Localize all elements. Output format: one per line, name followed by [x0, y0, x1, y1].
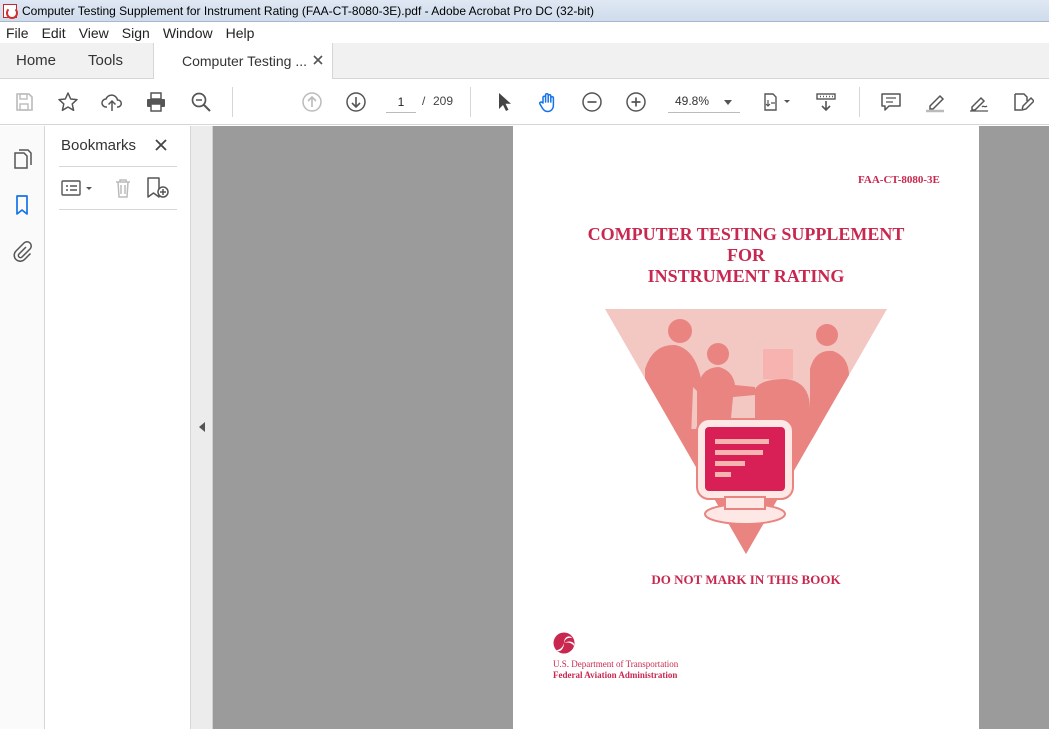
highlight-icon[interactable] [923, 90, 947, 114]
navigation-rail [0, 126, 45, 729]
document-title-line1: COMPUTER TESTING SUPPLEMENT [587, 224, 905, 244]
edit-icon[interactable] [1011, 90, 1035, 114]
menu-file[interactable]: File [6, 25, 29, 41]
menu-view[interactable]: View [79, 25, 109, 41]
zoom-value: 49.8% [675, 94, 710, 108]
bookmarks-panel: Bookmarks [45, 126, 191, 729]
panel-divider [59, 209, 177, 210]
window-title: Computer Testing Supplement for Instrume… [22, 3, 595, 18]
zoom-out-icon[interactable] [580, 90, 604, 114]
panel-collapse-strip[interactable] [191, 126, 213, 729]
page-down-icon[interactable] [344, 90, 368, 114]
close-tab-icon[interactable] [312, 54, 324, 66]
tab-bar: Home Tools Computer Testing ... [0, 43, 1049, 79]
toolbar-separator [470, 87, 471, 117]
title-bar: Computer Testing Supplement for Instrume… [0, 0, 1049, 22]
delete-bookmark-button[interactable] [112, 176, 134, 200]
page-total: 209 [433, 94, 454, 108]
document-title-line2: FOR [727, 245, 765, 265]
options-list-icon [61, 180, 92, 196]
tab-home[interactable]: Home [16, 43, 56, 78]
document-warning: DO NOT MARK IN THIS BOOK [651, 572, 841, 587]
menu-bar: File Edit View Sign Window Help [0, 22, 1049, 43]
toolbar: 1 / 209 49.8% [0, 79, 1049, 125]
dot-logo-icon [553, 632, 575, 654]
toolbar-separator [859, 87, 860, 117]
new-bookmark-button[interactable] [145, 176, 171, 200]
star-icon[interactable] [56, 90, 80, 114]
menu-edit[interactable]: Edit [42, 25, 66, 41]
trash-icon [116, 179, 130, 198]
page-up-icon[interactable] [300, 90, 324, 114]
pages-icon[interactable] [10, 147, 34, 171]
attachment-icon[interactable] [10, 239, 34, 263]
zoom-in-icon[interactable] [624, 90, 648, 114]
add-bookmark-icon [147, 177, 169, 198]
acrobat-icon [3, 3, 18, 19]
document-code: FAA-CT-8080-3E [858, 174, 940, 186]
hand-icon[interactable] [536, 90, 560, 114]
agency-department: U.S. Department of Transportation [553, 659, 679, 669]
tab-document[interactable]: Computer Testing ... [153, 43, 333, 79]
toolbar-separator [232, 87, 233, 117]
menu-window[interactable]: Window [163, 25, 213, 41]
tab-tools[interactable]: Tools [88, 43, 123, 78]
agency-name: Federal Aviation Administration [553, 670, 678, 680]
document-title-line3: INSTRUMENT RATING [647, 266, 845, 286]
pdf-page: FAA-CT-8080-3E COMPUTER TESTING SUPPLEME… [513, 126, 979, 729]
search-zoom-icon[interactable] [189, 90, 213, 114]
scroll-mode-icon[interactable] [814, 90, 838, 114]
panel-divider [59, 166, 177, 167]
page-number-input[interactable]: 1 [386, 91, 416, 113]
tab-document-label: Computer Testing ... [182, 53, 308, 69]
upload-icon[interactable] [100, 90, 124, 114]
select-cursor-icon[interactable] [492, 90, 516, 114]
panel-title: Bookmarks [61, 137, 137, 154]
comment-icon[interactable] [879, 90, 903, 114]
chevron-down-icon [724, 100, 732, 105]
bookmark-options-button[interactable] [60, 176, 96, 200]
close-panel-icon[interactable] [153, 137, 169, 153]
save-icon[interactable] [12, 90, 36, 114]
document-view[interactable]: FAA-CT-8080-3E COMPUTER TESTING SUPPLEME… [213, 126, 1049, 729]
cover-illustration [605, 309, 887, 554]
bookmark-icon[interactable] [10, 193, 34, 217]
zoom-select[interactable]: 49.8% [668, 91, 740, 113]
fit-page-icon[interactable] [758, 90, 794, 114]
menu-help[interactable]: Help [226, 25, 255, 41]
print-icon[interactable] [144, 90, 168, 114]
collapse-arrow-icon[interactable] [199, 422, 205, 432]
sign-icon[interactable] [967, 90, 991, 114]
page-separator: / [422, 94, 426, 108]
menu-sign[interactable]: Sign [122, 25, 150, 41]
